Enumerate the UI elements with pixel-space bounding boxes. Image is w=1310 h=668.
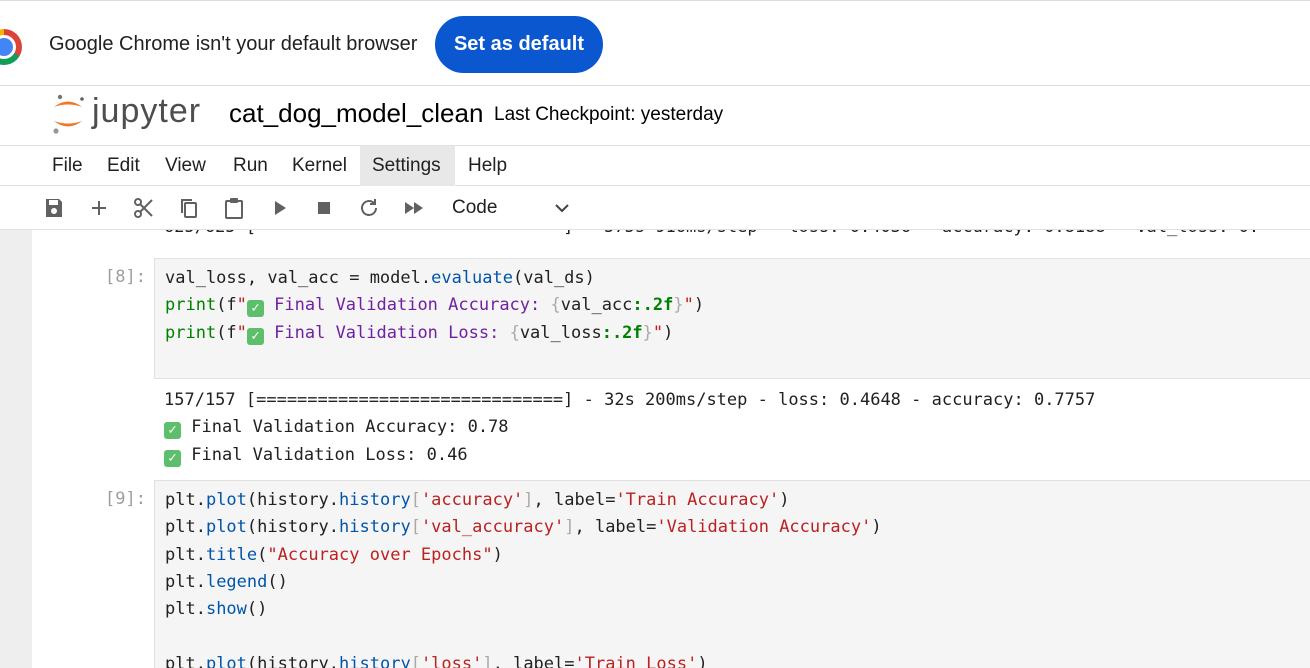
stop-icon[interactable] <box>312 196 336 220</box>
notebook-name[interactable]: cat_dog_model_clean <box>229 98 483 129</box>
add-icon[interactable] <box>87 196 111 220</box>
menu-run[interactable]: Run <box>221 146 280 186</box>
code-line: plt.plot(history.history['loss'], label=… <box>165 653 708 668</box>
cell-9-code: plt.plot(history.history['accuracy'], la… <box>165 487 882 668</box>
menu-help[interactable]: Help <box>456 146 519 186</box>
paste-icon[interactable] <box>222 196 246 220</box>
fast-forward-icon[interactable] <box>402 196 426 220</box>
code-line: plt.show() <box>165 599 268 620</box>
cell-type-value: Code <box>452 197 498 218</box>
menu-file[interactable]: File <box>40 146 95 186</box>
cut-icon[interactable] <box>132 196 156 220</box>
jupyter-logo-icon[interactable] <box>50 94 86 134</box>
code-line: plt.title("Accuracy over Epochs") <box>165 544 503 565</box>
menu-kernel[interactable]: Kernel <box>280 146 359 186</box>
cell-type-select[interactable]: Code <box>440 192 580 224</box>
output-progress-line: 157/157 [==============================]… <box>164 390 1096 410</box>
code-line: plt.legend() <box>165 571 288 592</box>
notebook-area[interactable]: 625/625 [==============================]… <box>0 230 1310 668</box>
cell-9-input[interactable]: plt.plot(history.history['accuracy'], la… <box>154 480 1310 668</box>
checkmark-icon: ✓ <box>164 449 181 467</box>
jupyter-header: jupyter cat_dog_model_clean Last Checkpo… <box>0 86 1310 144</box>
code-line: plt.plot(history.history['val_accuracy']… <box>165 517 882 538</box>
menu-settings[interactable]: Settings <box>360 146 455 186</box>
notebook-toolbar: Code <box>0 186 1310 230</box>
code-line: plt.plot(history.history['accuracy'], la… <box>165 490 790 510</box>
menubar: File Edit View Run Kernel Settings Help <box>0 145 1310 186</box>
restart-icon[interactable] <box>357 196 381 220</box>
output-accuracy-line: Final Validation Accuracy: 0.78 <box>191 417 509 438</box>
code-line: print(f" ✓ Final Validation Accuracy: {va… <box>165 295 705 318</box>
cell-9-prompt: [9]: <box>105 489 146 509</box>
last-checkpoint: Last Checkpoint: yesterday <box>494 104 724 125</box>
checkmark-icon: ✓ <box>164 422 181 440</box>
chrome-infobar: Google Chrome isn't your default browser… <box>0 0 1310 86</box>
cell-8-output: 157/157 [==============================]… <box>164 387 1095 469</box>
code-line: val_loss, val_acc = model.evaluate(val_d… <box>165 268 595 288</box>
output-loss-line: Final Validation Loss: 0.46 <box>191 444 468 465</box>
chrome-logo-icon <box>0 29 22 65</box>
previous-cell-output: 625/625 [==============================]… <box>164 230 1259 241</box>
run-icon[interactable] <box>268 196 292 220</box>
menu-edit[interactable]: Edit <box>95 146 152 186</box>
copy-icon[interactable] <box>177 196 201 220</box>
default-browser-message: Google Chrome isn't your default browser <box>49 33 418 55</box>
jupyter-wordmark: jupyter <box>92 92 202 130</box>
cell-8-prompt: [8]: <box>105 267 146 287</box>
save-icon[interactable] <box>42 196 66 220</box>
cell-8-input[interactable]: val_loss, val_acc = model.evaluate(val_d… <box>154 258 1310 379</box>
code-line: print(f" ✓ Final Validation Loss: {val_lo… <box>165 322 674 345</box>
cell-8-code: val_loss, val_acc = model.evaluate(val_d… <box>165 265 704 347</box>
chevron-down-icon <box>555 204 569 213</box>
menu-view[interactable]: View <box>153 146 218 186</box>
set-as-default-button[interactable]: Set as default <box>435 16 603 73</box>
